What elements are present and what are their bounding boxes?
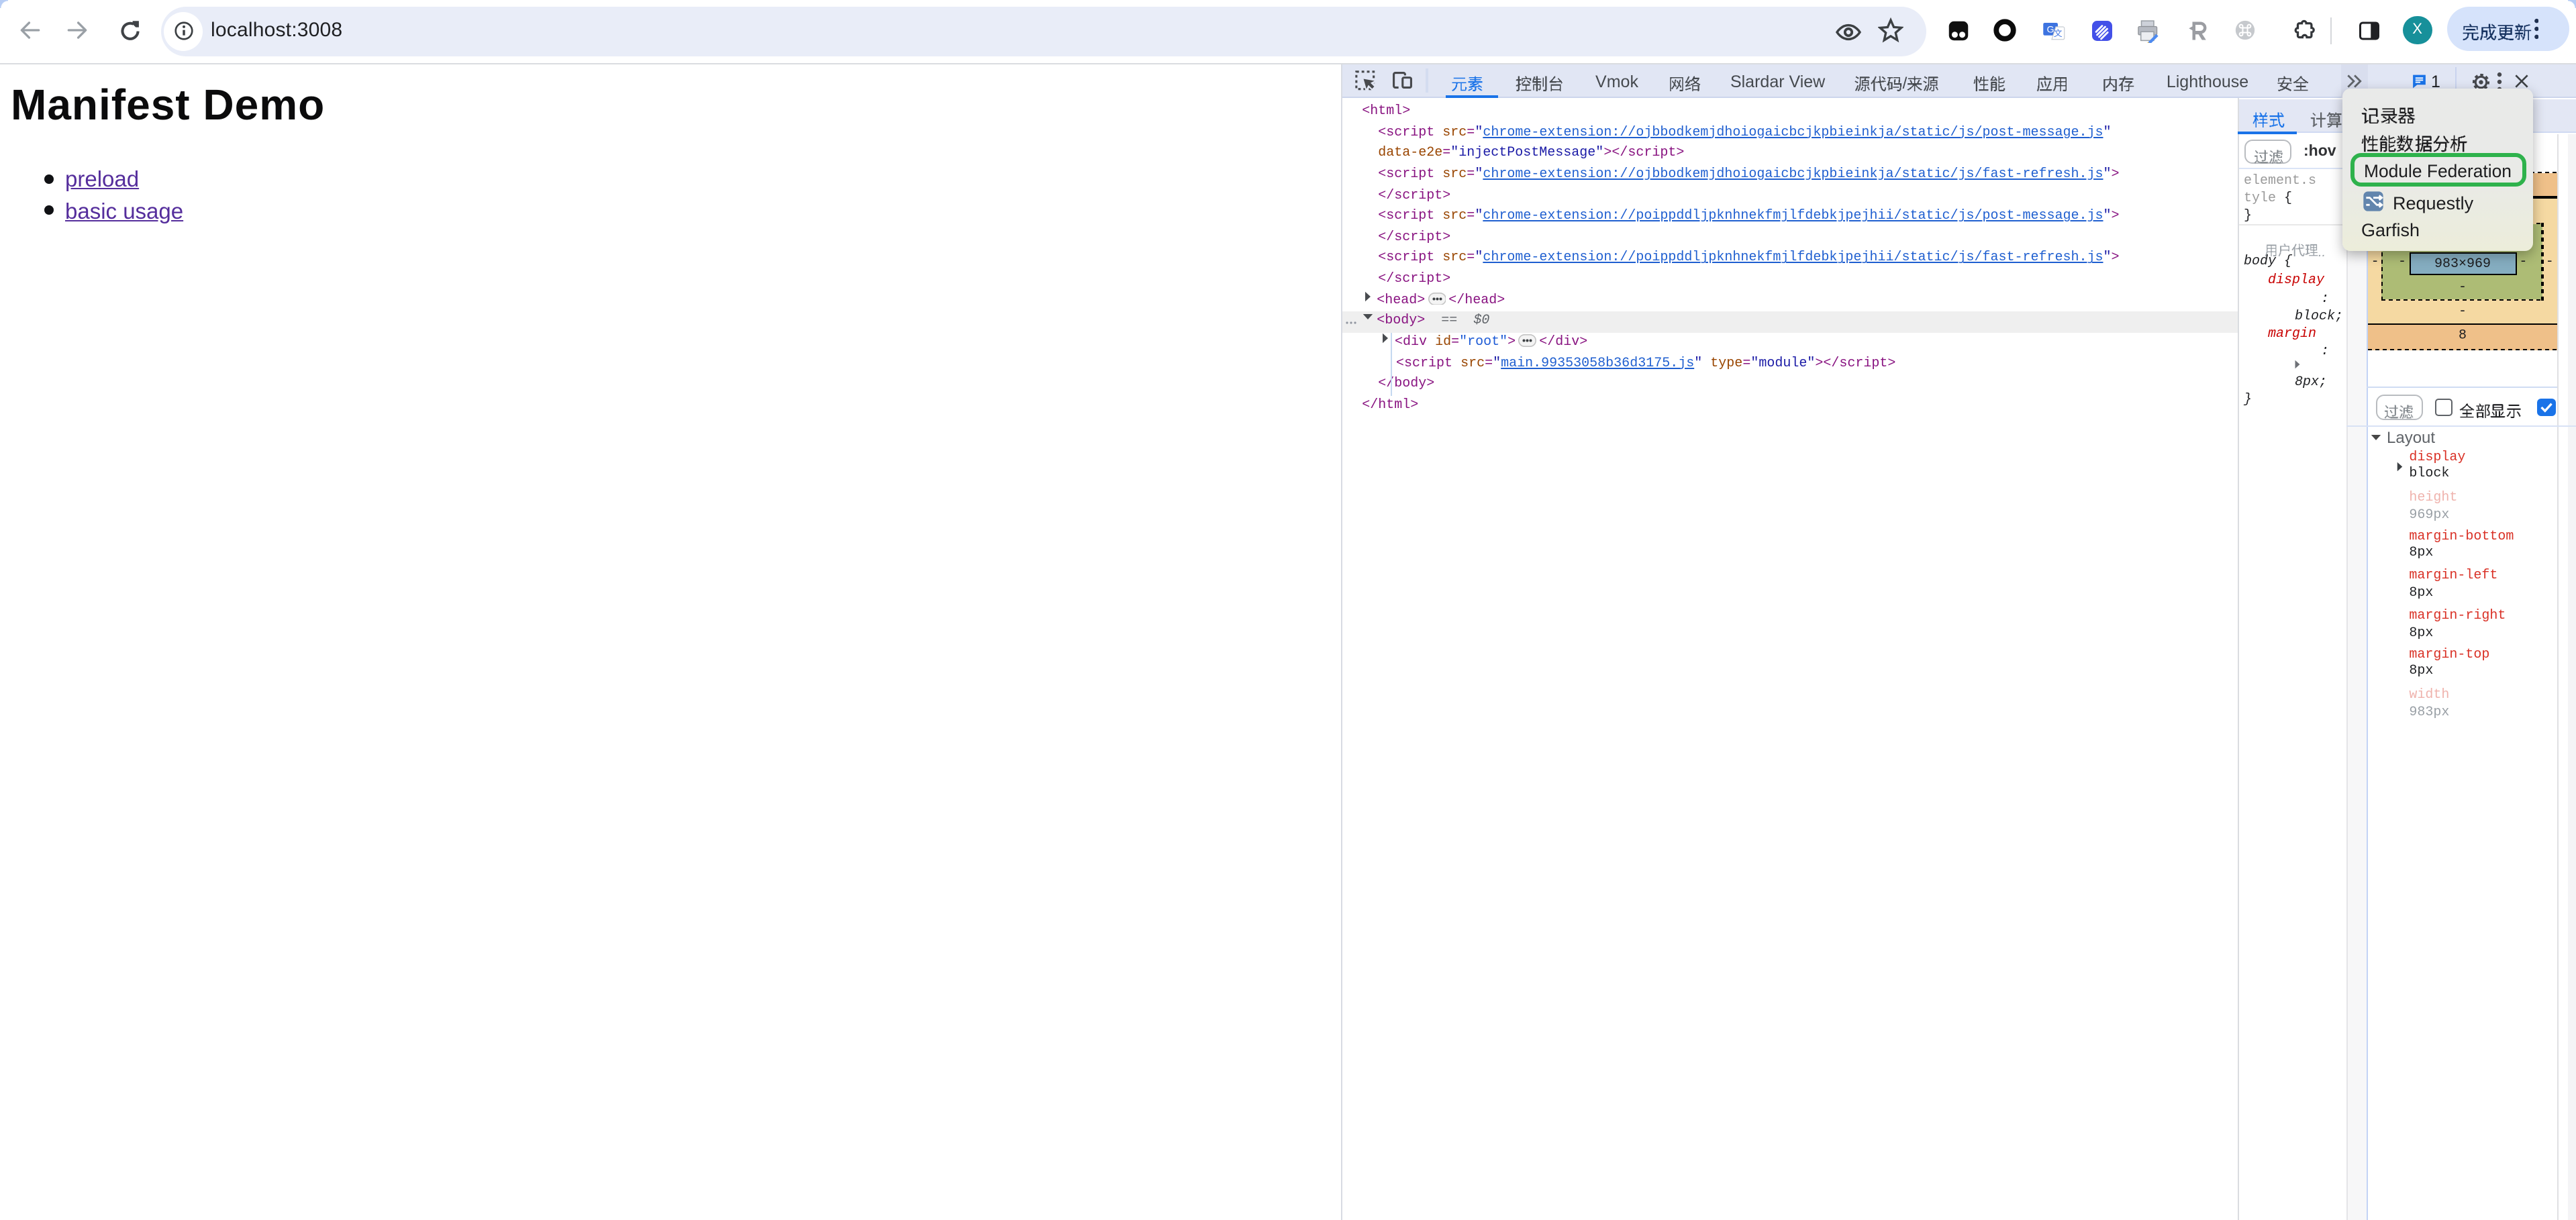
svg-text:文: 文 bbox=[2054, 28, 2063, 38]
